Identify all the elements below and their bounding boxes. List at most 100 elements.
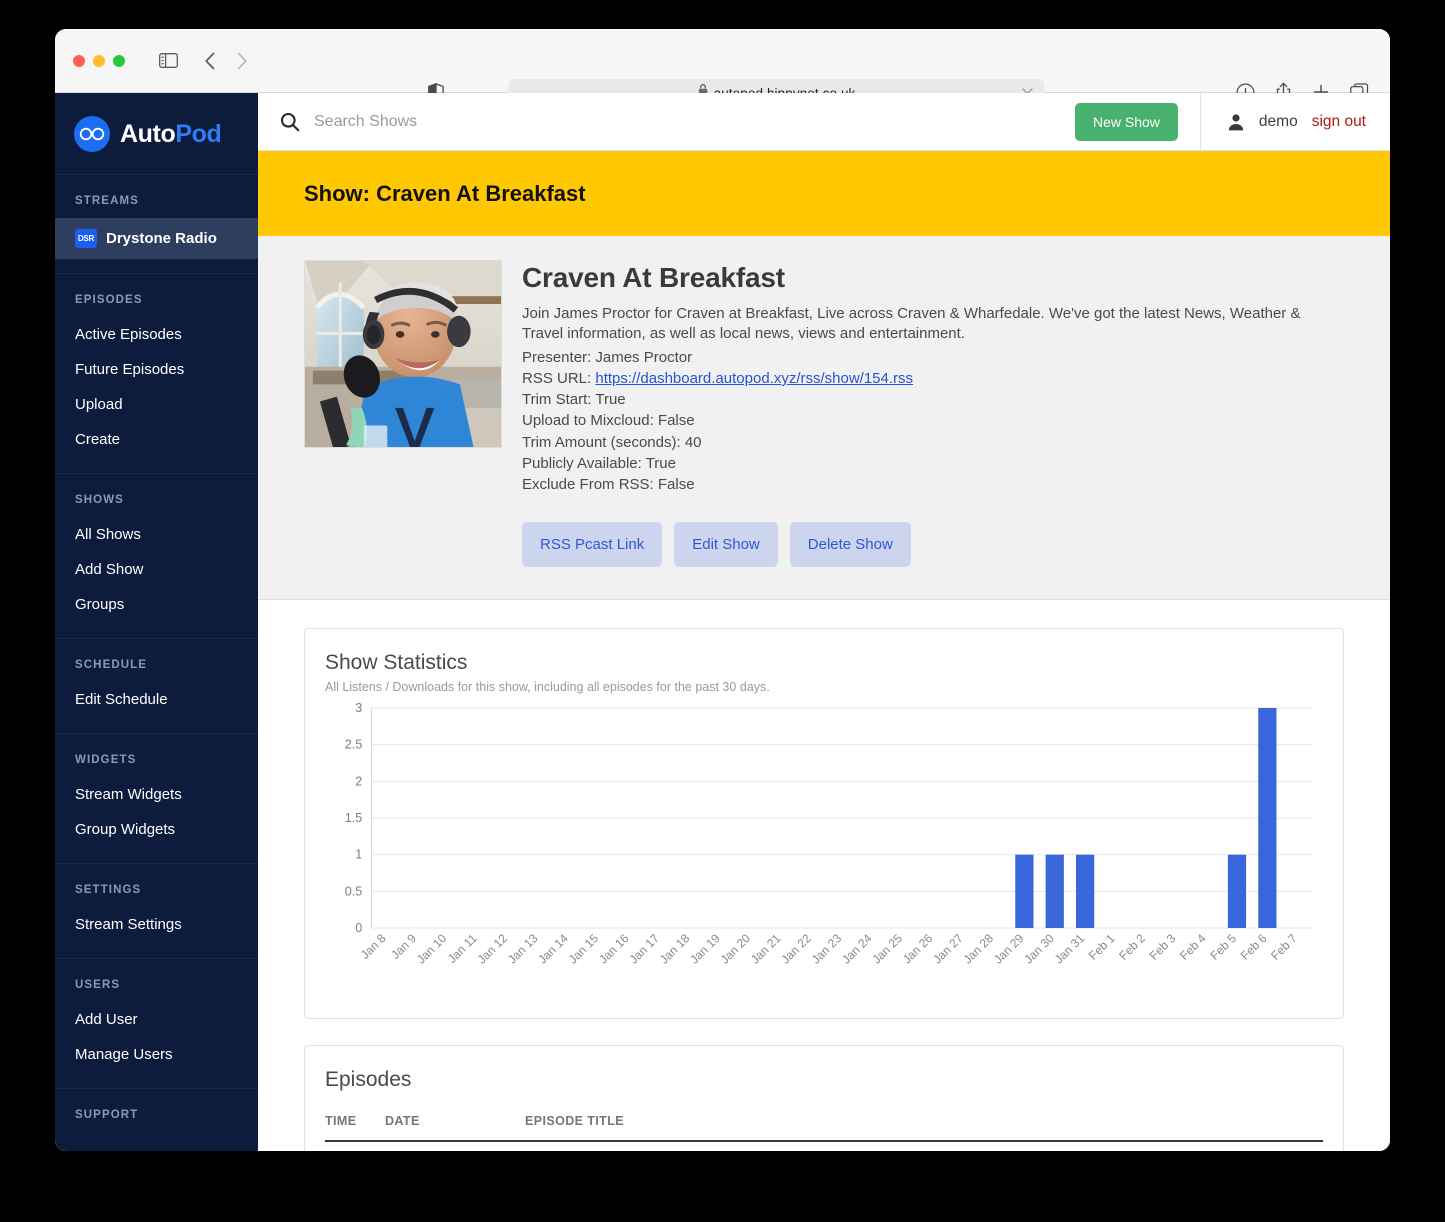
meta-exclude-from-rss: Exclude From RSS: False [522, 474, 1344, 495]
column-header-date[interactable]: DATE [385, 1105, 525, 1142]
column-header-time[interactable]: TIME [325, 1105, 385, 1142]
sidebar-item-create[interactable]: Create [55, 422, 258, 457]
sidebar-item-label: All Shows [75, 526, 141, 543]
navigation-arrows [197, 48, 255, 74]
edit-show-button[interactable]: Edit Show [674, 521, 778, 567]
meta-trim-start: Trim Start: True [522, 389, 1344, 410]
brand-part-auto: Auto [120, 119, 176, 148]
column-header-episode-title[interactable]: EPISODE TITLE [525, 1105, 1323, 1142]
brand-part-pod: Pod [175, 119, 222, 148]
window-controls [73, 54, 125, 67]
sidebar-item-label: Future Episodes [75, 361, 185, 378]
svg-text:Jan 29: Jan 29 [991, 931, 1027, 967]
sidebar-item-stream-settings[interactable]: Stream Settings [55, 907, 258, 942]
new-show-button[interactable]: New Show [1075, 102, 1178, 141]
brand-logo-area[interactable]: AutoPod [55, 93, 258, 174]
svg-text:Jan 12: Jan 12 [475, 931, 511, 967]
rss-url-link[interactable]: https://dashboard.autopod.xyz/rss/show/1… [595, 370, 913, 387]
sidebar-item-label: Create [75, 431, 121, 448]
search-bar [258, 93, 1075, 150]
svg-text:Jan 24: Jan 24 [839, 931, 875, 967]
browser-toolbar: autopod.hippynet.co.uk [55, 29, 1390, 107]
meta-presenter-label: Presenter: [522, 348, 592, 366]
sidebar-item-label: Stream Widgets [75, 786, 182, 803]
episodes-table: TIME DATE EPISODE TITLE [325, 1105, 1323, 1142]
minimize-window-button[interactable] [93, 54, 105, 67]
sidebar-group-support: SUPPORT [55, 1088, 258, 1132]
meta-publicly-available: Publicly Available: True [522, 453, 1344, 474]
search-input[interactable] [314, 112, 734, 131]
table-header-row: TIME DATE EPISODE TITLE [325, 1105, 1323, 1142]
sidebar-item-add-show[interactable]: Add Show [55, 552, 258, 587]
svg-text:Jan 25: Jan 25 [869, 931, 905, 967]
svg-text:Jan 28: Jan 28 [961, 931, 997, 967]
sidebar-item-all-shows[interactable]: All Shows [55, 517, 258, 552]
sidebar-item-label: Manage Users [75, 1046, 173, 1063]
sidebar-heading-settings: SETTINGS [75, 884, 142, 896]
sidebar-toggle-icon[interactable] [155, 48, 181, 74]
svg-text:Jan 16: Jan 16 [596, 931, 632, 967]
sidebar-item-edit-schedule[interactable]: Edit Schedule [55, 682, 258, 717]
sidebar-heading-shows: SHOWS [75, 494, 124, 506]
svg-text:1.5: 1.5 [345, 811, 363, 825]
back-arrow-icon[interactable] [197, 48, 223, 74]
svg-text:Jan 14: Jan 14 [535, 931, 571, 967]
close-window-button[interactable] [73, 54, 85, 67]
svg-text:Jan 30: Jan 30 [1021, 931, 1057, 967]
app-header: New Show demo sign out [258, 93, 1390, 151]
user-name: demo [1258, 112, 1298, 130]
svg-text:Feb 4: Feb 4 [1177, 931, 1209, 963]
svg-text:Jan 26: Jan 26 [900, 931, 936, 967]
sidebar-item-label: Add User [75, 1011, 138, 1028]
meta-trim-start-label: Trim Start: [522, 391, 592, 409]
svg-text:Jan 18: Jan 18 [657, 931, 693, 967]
meta-rss-label: RSS URL: [522, 369, 592, 387]
stream-badge-icon: DSR [75, 229, 97, 248]
delete-show-button[interactable]: Delete Show [789, 521, 911, 567]
episodes-title: Episodes [325, 1067, 412, 1091]
sign-out-link[interactable]: sign out [1312, 113, 1366, 131]
svg-text:Jan 22: Jan 22 [778, 931, 814, 967]
cards-area: Show Statistics All Listens / Downloads … [258, 599, 1390, 1151]
sidebar-heading-widgets: WIDGETS [75, 754, 137, 766]
show-title: Craven At Breakfast [522, 262, 785, 293]
svg-text:Jan 20: Jan 20 [718, 931, 754, 967]
svg-text:Jan 19: Jan 19 [687, 931, 723, 967]
sidebar-item-label: Stream Settings [75, 916, 182, 933]
statistics-bar-chart[interactable]: 0 0.5 1 1.5 2 2.5 3 Jan 8 Jan 9 Jan 10 Jan 11 Jan 1… [325, 700, 1323, 1000]
sidebar-item-label: Active Episodes [75, 326, 182, 343]
sidebar-item-drystone-radio[interactable]: DSR Drystone Radio [55, 218, 258, 259]
sidebar-item-active-episodes[interactable]: Active Episodes [55, 317, 258, 352]
sidebar: AutoPod STREAMS DSR Drystone Radio EPISO… [55, 93, 258, 1151]
svg-text:Jan 17: Jan 17 [626, 931, 662, 967]
sidebar-item-upload[interactable]: Upload [55, 387, 258, 422]
meta-upload-mixcloud: Upload to Mixcloud: False [522, 410, 1344, 431]
forward-arrow-icon[interactable] [229, 48, 255, 74]
svg-text:Jan 31: Jan 31 [1052, 931, 1088, 967]
meta-trim-amount-label: Trim Amount (seconds): [522, 433, 681, 451]
sidebar-item-label: Upload [75, 396, 123, 413]
glasses-logo-icon [74, 116, 110, 152]
sidebar-item-add-user[interactable]: Add User [55, 1002, 258, 1037]
rss-pcast-link-button[interactable]: RSS Pcast Link [522, 521, 663, 567]
sidebar-item-groups[interactable]: Groups [55, 587, 258, 622]
sidebar-item-future-episodes[interactable]: Future Episodes [55, 352, 258, 387]
meta-trim-amount: Trim Amount (seconds): 40 [522, 432, 1344, 453]
meta-exclude-from-rss-value: False [657, 476, 695, 494]
svg-text:Jan 23: Jan 23 [809, 931, 845, 967]
page-title: Show: Craven At Breakfast [304, 180, 586, 206]
svg-text:2: 2 [355, 774, 362, 788]
meta-presenter-value: James Proctor [595, 348, 693, 366]
sidebar-item-stream-widgets[interactable]: Stream Widgets [55, 777, 258, 812]
episodes-card: Episodes TIME DATE EPISODE TITLE [304, 1044, 1344, 1151]
page-content: AutoPod STREAMS DSR Drystone Radio EPISO… [55, 93, 1390, 1151]
show-actions: RSS Pcast Link Edit Show Delete Show [522, 521, 1344, 567]
chart-svg: 00.511.522.53Jan 8 Jan 9Jan 10Jan 11Jan 1… [345, 701, 1323, 967]
meta-publicly-available-label: Publicly Available: [522, 455, 642, 473]
sidebar-group-widgets: WIDGETS Stream Widgets Group Widgets [55, 733, 258, 863]
sidebar-item-label: Groups [75, 596, 125, 613]
svg-text:0: 0 [355, 921, 362, 935]
maximize-window-button[interactable] [113, 54, 125, 67]
sidebar-item-manage-users[interactable]: Manage Users [55, 1037, 258, 1072]
sidebar-item-group-widgets[interactable]: Group Widgets [55, 812, 258, 847]
